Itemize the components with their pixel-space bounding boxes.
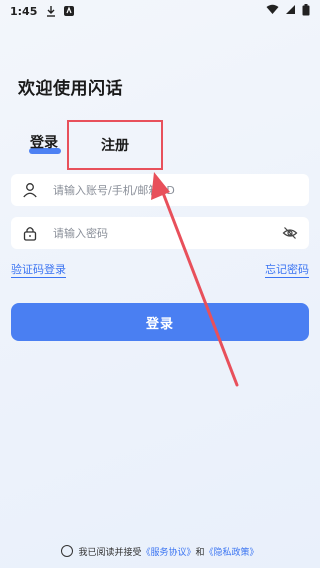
- forgot-password-label: 忘记密码: [265, 263, 309, 278]
- welcome-title: 欢迎使用闪话: [18, 79, 123, 99]
- signal-icon: [285, 4, 296, 18]
- account-input[interactable]: [53, 183, 299, 197]
- account-field[interactable]: [11, 174, 309, 206]
- agreement-and: 和: [195, 547, 205, 558]
- agreement-checkbox[interactable]: [61, 545, 74, 557]
- auth-tabs: 登录 注册: [0, 120, 320, 170]
- wifi-icon: [266, 4, 279, 18]
- privacy-link[interactable]: 《隐私政策》: [205, 545, 259, 558]
- agreement-row: 我已阅读并接受 《服务协议》 和 《隐私政策》: [0, 543, 320, 559]
- login-button[interactable]: 登录: [11, 303, 309, 341]
- sms-login-label: 验证码登录: [11, 263, 66, 278]
- download-icon: [45, 5, 57, 17]
- app-notification-icon: [63, 5, 75, 17]
- tab-register[interactable]: 注册: [67, 120, 163, 170]
- status-right: [266, 3, 310, 19]
- battery-icon: [302, 3, 310, 19]
- agreement-prefix: 我已阅读并接受: [78, 547, 142, 558]
- password-input[interactable]: [53, 226, 281, 240]
- eye-off-icon[interactable]: [281, 224, 299, 242]
- terms-link[interactable]: 《服务协议》: [141, 545, 195, 558]
- status-time: 1:45: [10, 4, 38, 18]
- forgot-password-link[interactable]: 忘记密码: [265, 261, 309, 278]
- sms-login-link[interactable]: 验证码登录: [11, 261, 66, 278]
- tab-login[interactable]: 登录: [30, 132, 58, 152]
- password-field[interactable]: [11, 217, 309, 249]
- user-icon: [21, 181, 39, 199]
- lock-icon: [21, 224, 39, 242]
- tab-register-label: 注册: [101, 138, 129, 154]
- status-bar: 1:45: [0, 0, 320, 22]
